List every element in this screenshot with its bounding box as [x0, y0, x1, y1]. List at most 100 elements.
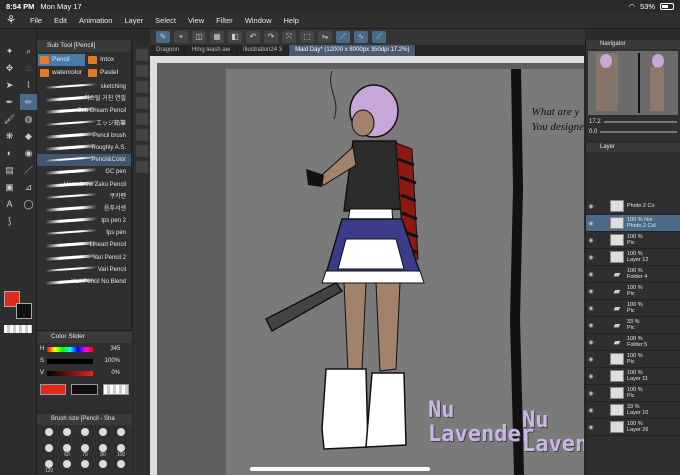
- layer-row[interactable]: ◉ ▰ 100 % Pic: [586, 283, 680, 300]
- figure-icon[interactable]: ／: [20, 162, 37, 178]
- eye-icon[interactable]: ◉: [586, 220, 596, 227]
- brush-size-preset[interactable]: [59, 460, 75, 474]
- slider-main-color[interactable]: [40, 384, 67, 395]
- brush-size-preset[interactable]: [95, 460, 111, 474]
- flip-icon[interactable]: ⇋: [318, 31, 332, 43]
- rotation-slider[interactable]: [600, 131, 677, 133]
- fill-bucket-icon[interactable]: ◉: [20, 145, 37, 161]
- blend-icon[interactable]: ◐: [1, 145, 18, 161]
- eye-icon[interactable]: ◉: [586, 305, 596, 312]
- brush-size-preset[interactable]: [77, 428, 93, 442]
- layer-row[interactable]: ◉ 100 % Pic: [586, 351, 680, 368]
- frame-icon[interactable]: ▣: [1, 179, 18, 195]
- zoom-icon[interactable]: ⌕: [20, 43, 37, 59]
- brush-item[interactable]: 쿠카펜: [37, 191, 131, 203]
- menu-edit[interactable]: Edit: [54, 16, 67, 25]
- brush-size-preset[interactable]: [77, 460, 93, 474]
- undo-icon[interactable]: ↶: [246, 31, 260, 43]
- tab-dragoon[interactable]: Dragoon: [150, 45, 187, 56]
- layer-row[interactable]: ◉ 100 % Pic: [586, 232, 680, 249]
- brush-size-preset[interactable]: 60: [59, 444, 75, 458]
- layer-row[interactable]: ◉ ▰ 100 % Folder 4: [586, 266, 680, 283]
- layer-row[interactable]: ◉ 100 % Layer 11: [586, 368, 680, 385]
- lasso-icon[interactable]: ◌: [20, 60, 37, 76]
- layer-row[interactable]: ◉ 100 % Layer 12: [586, 249, 680, 266]
- layer-row[interactable]: ◉ ▰ 33 % Pic: [586, 317, 680, 334]
- menu-help[interactable]: Help: [284, 16, 299, 25]
- brush-item[interactable]: Sub Dream Pencil: [37, 105, 131, 117]
- clear-icon[interactable]: [136, 97, 148, 109]
- balloon-icon[interactable]: ◯: [20, 196, 37, 212]
- eye-icon[interactable]: ◉: [586, 339, 596, 346]
- sub-color-swatch[interactable]: [16, 303, 32, 319]
- operation-icon[interactable]: ➤: [1, 77, 18, 93]
- correct-line-icon[interactable]: ⟆: [1, 213, 18, 229]
- snap-icon[interactable]: ⌖: [174, 31, 188, 43]
- canvas-area[interactable]: What are y You designe Nu Lavender Nu La…: [150, 56, 584, 475]
- eye-icon[interactable]: ◉: [586, 424, 596, 431]
- hue-value[interactable]: 345: [96, 346, 120, 352]
- eye-icon[interactable]: ◉: [586, 237, 596, 244]
- tab-maid-day[interactable]: Maid Day* (12000 x 8000px 350dpi 17.2%): [289, 45, 417, 56]
- layer-row[interactable]: ◉ 100 % Layer 26: [586, 419, 680, 436]
- eye-icon[interactable]: ◉: [586, 390, 596, 397]
- grid-icon[interactable]: ▦: [210, 31, 224, 43]
- brush-item[interactable]: tps pen: [37, 227, 131, 239]
- brush-size-preset[interactable]: [59, 428, 75, 442]
- brush-item[interactable]: Homebrew Zaku Pencil: [37, 179, 131, 191]
- brush-size-preset[interactable]: [41, 444, 57, 458]
- menu-select[interactable]: Select: [155, 16, 176, 25]
- brush-size-preset[interactable]: 80: [95, 444, 111, 458]
- brush-item[interactable]: Vari Pencil 2: [37, 252, 131, 264]
- brush-size-preset[interactable]: [113, 460, 129, 474]
- menu-layer[interactable]: Layer: [124, 16, 143, 25]
- eye-icon[interactable]: ◉: [586, 271, 596, 278]
- brush-item[interactable]: 카스틸 거친 연필: [37, 93, 131, 105]
- deselect-icon[interactable]: [136, 161, 148, 173]
- tab-hmg-leash[interactable]: Hmg leash aw: [186, 45, 238, 56]
- category-intox[interactable]: Intox: [86, 54, 133, 66]
- redo-icon[interactable]: ↷: [264, 31, 278, 43]
- fill-icon[interactable]: ◧: [228, 31, 242, 43]
- eraser-icon[interactable]: ◆: [20, 128, 37, 144]
- wand-icon[interactable]: ✦: [1, 43, 18, 59]
- eye-icon[interactable]: ◉: [586, 288, 596, 295]
- slider-sub-color[interactable]: [71, 384, 98, 395]
- pen-tilt-icon[interactable]: ⟋: [372, 31, 386, 43]
- move-icon[interactable]: ✥: [1, 60, 18, 76]
- eye-icon[interactable]: ◉: [586, 322, 596, 329]
- pen-curve-icon[interactable]: ∿: [354, 31, 368, 43]
- layer-row[interactable]: ◉ 100 % Nor Photo 2 Col: [586, 215, 680, 232]
- brush-size-preset[interactable]: [95, 428, 111, 442]
- category-pencil[interactable]: Pencil: [38, 54, 85, 66]
- category-pastel[interactable]: Pastel: [86, 67, 133, 79]
- decoration-icon[interactable]: ❋: [1, 128, 18, 144]
- menu-window[interactable]: Window: [245, 16, 272, 25]
- eyedropper-icon[interactable]: ⌇: [20, 77, 37, 93]
- hue-slider[interactable]: [47, 346, 94, 352]
- transparent-color-swatch[interactable]: [4, 325, 32, 333]
- saturation-slider[interactable]: [47, 358, 94, 364]
- brush-item[interactable]: Vari Pencil: [37, 264, 131, 276]
- brush-item[interactable]: sketching: [37, 81, 131, 93]
- pen-icon[interactable]: ✒: [1, 94, 18, 110]
- brush-icon[interactable]: 🖌: [1, 111, 18, 127]
- value-value[interactable]: 0%: [96, 370, 120, 376]
- brush-item[interactable]: エッジ鉛筆: [37, 118, 131, 130]
- category-watercolor[interactable]: watercolor: [38, 67, 85, 79]
- brush-item[interactable]: 음푸서센: [37, 203, 131, 215]
- tab-illustration24[interactable]: Illustration24 3: [237, 45, 290, 56]
- ruler-icon[interactable]: ◫: [192, 31, 206, 43]
- layer-row[interactable]: ◉ Photo 2 Co: [586, 198, 680, 215]
- zoom-slider[interactable]: [603, 121, 677, 123]
- canvas-document[interactable]: What are y You designe Nu Lavender Nu La…: [226, 68, 584, 475]
- transform-icon[interactable]: ⤧: [282, 31, 296, 43]
- pen-pressure-icon[interactable]: ⟋: [336, 31, 350, 43]
- brush-item[interactable]: Vari Pencil No Blend: [37, 276, 131, 288]
- brush-size-preset[interactable]: [113, 428, 129, 442]
- app-logo-icon[interactable]: ⚘: [0, 13, 22, 27]
- layer-row[interactable]: ◉ 100 % Pic: [586, 385, 680, 402]
- eye-icon[interactable]: ◉: [586, 203, 596, 210]
- crop-icon[interactable]: [136, 129, 148, 141]
- stabilizer-icon[interactable]: ✎: [156, 31, 170, 43]
